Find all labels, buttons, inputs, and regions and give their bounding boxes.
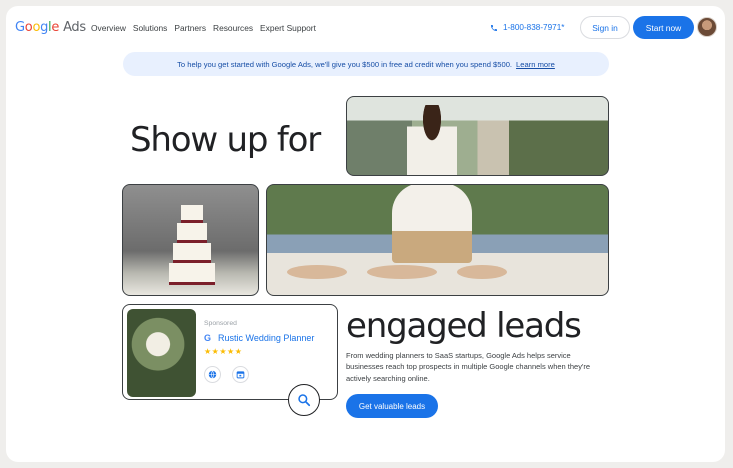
food-platter: [367, 265, 437, 279]
ad-title[interactable]: Rustic Wedding Planner: [218, 333, 314, 343]
banner-text: To help you get started with Google Ads,…: [177, 59, 513, 69]
bouquet-thumbnail: [127, 309, 196, 397]
promo-banner: To help you get started with Google Ads,…: [123, 52, 609, 76]
headline-engaged-leads: engaged leads: [346, 306, 582, 346]
main-nav: Overview Solutions Partners Resources Ex…: [91, 23, 316, 33]
search-button[interactable]: [288, 384, 320, 416]
cake-tier: [173, 243, 211, 263]
google-g-icon: G: [204, 333, 212, 343]
phone-number: 1-800-838-7971*: [503, 23, 565, 32]
phone-link[interactable]: 1-800-838-7971*: [490, 23, 564, 32]
search-icon: [298, 394, 311, 407]
woman-figure: [407, 105, 457, 175]
woman-arranging-table-image: [346, 96, 609, 176]
get-valuable-leads-button[interactable]: Get valuable leads: [346, 394, 438, 418]
nav-resources[interactable]: Resources: [213, 23, 253, 33]
phone-icon: [491, 24, 497, 31]
cake-tier: [181, 205, 203, 223]
star-rating: ★★★★★: [204, 347, 243, 356]
hero-description: From wedding planners to SaaS startups, …: [346, 351, 591, 383]
website-globe-icon[interactable]: [204, 366, 221, 383]
google-ads-logo[interactable]: Google Ads: [15, 20, 86, 35]
globe-icon: [208, 370, 217, 379]
sign-in-button[interactable]: Sign in: [580, 16, 630, 39]
nav-expert-support[interactable]: Expert Support: [260, 23, 316, 33]
learn-more-link[interactable]: Learn more: [516, 60, 555, 69]
sponsored-label: Sponsored: [204, 320, 237, 327]
nav-solutions[interactable]: Solutions: [133, 23, 167, 33]
nav-overview[interactable]: Overview: [91, 23, 126, 33]
cake-figure: [167, 205, 217, 285]
avatar[interactable]: [697, 17, 717, 37]
cake-tier: [177, 223, 207, 243]
food-platter: [287, 265, 347, 279]
wedding-cake-image: [122, 184, 259, 296]
food-platter: [457, 265, 507, 279]
catering-table-image: [266, 184, 609, 296]
start-now-button[interactable]: Start now: [633, 16, 694, 39]
headline-show-up-for: Show up for: [130, 120, 321, 160]
nav-partners[interactable]: Partners: [174, 23, 206, 33]
calendar-booking-icon[interactable]: [232, 366, 249, 383]
logo-ads: Ads: [63, 20, 86, 35]
person-figure: [392, 185, 472, 263]
calendar-icon: [236, 371, 245, 379]
logo-google: Google: [15, 20, 60, 35]
cake-tier: [169, 263, 215, 285]
page-card: Google Ads Overview Solutions Partners R…: [6, 6, 725, 462]
